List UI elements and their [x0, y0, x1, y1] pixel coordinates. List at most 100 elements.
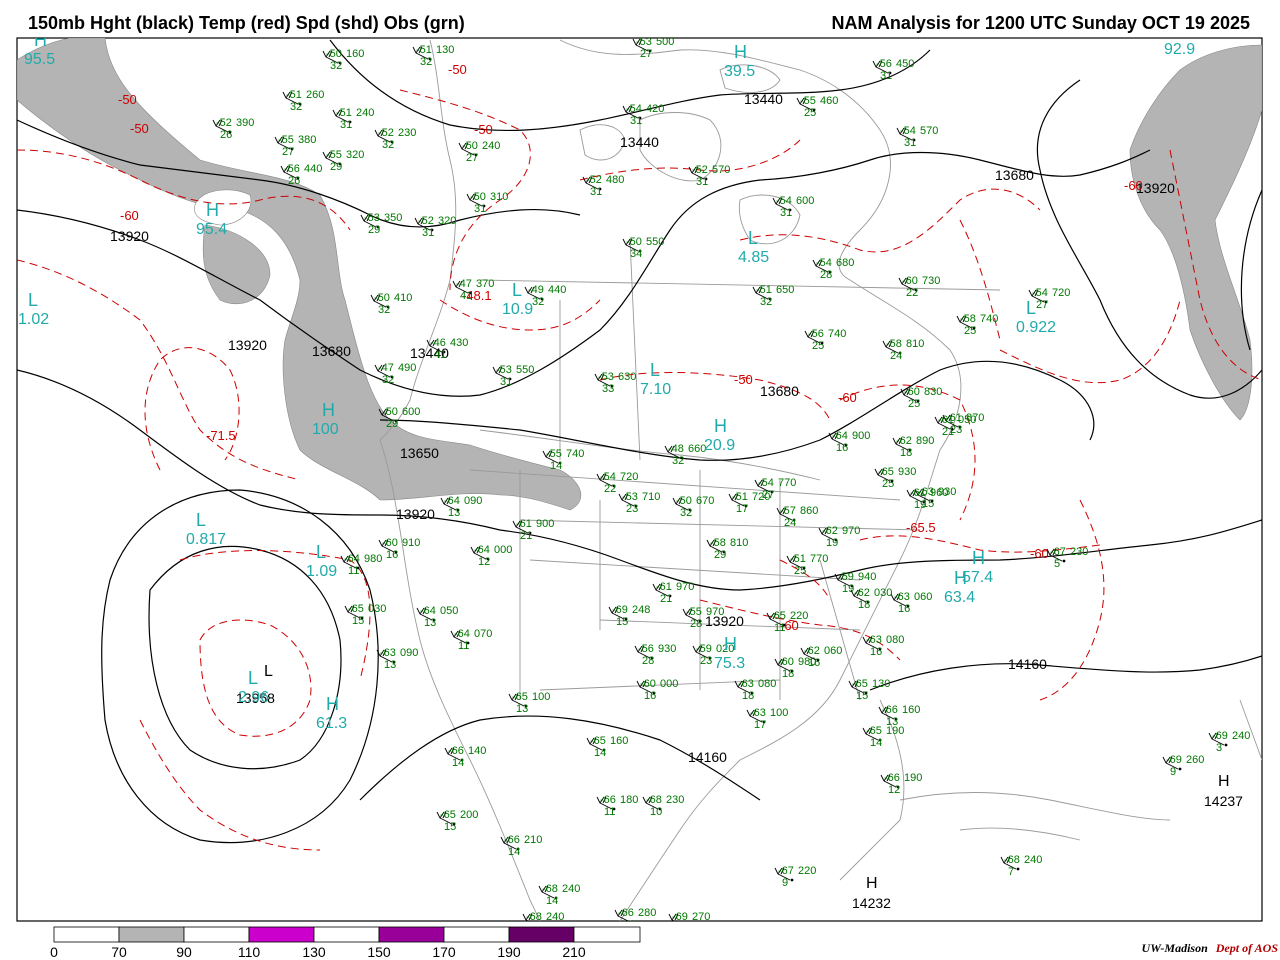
obs-dewpoint: 13	[424, 617, 436, 629]
height-label: 13440	[620, 134, 659, 150]
obs-dewpoint: 16	[386, 549, 398, 561]
obs-temp: -52	[586, 174, 602, 186]
obs-dewpoint: 32	[382, 374, 394, 386]
height-label: 13650	[400, 445, 439, 461]
obs-dewpoint: 9	[782, 877, 788, 889]
obs-height: 600	[796, 195, 814, 207]
obs-dewpoint: 31	[696, 176, 708, 188]
obs-temp: -62	[822, 525, 838, 537]
obs-dewpoint: 25	[794, 565, 806, 577]
center-value: 4.85	[738, 249, 769, 266]
credit-dept: Dept of AOS	[1215, 941, 1278, 955]
obs-dewpoint: 32	[760, 296, 772, 308]
obs-temp: -47	[456, 278, 472, 290]
obs-dewpoint: 12	[478, 556, 490, 568]
temp-label: -60	[838, 390, 857, 405]
obs-height: 180	[620, 794, 638, 806]
obs-height: 740	[566, 448, 584, 460]
obs-temp: -68	[1004, 854, 1020, 866]
center-symbol: H	[322, 400, 335, 420]
obs-height: 000	[494, 544, 512, 556]
height-center-symbol: H	[866, 875, 878, 892]
obs-height: 100	[770, 707, 788, 719]
obs-dewpoint: 16	[808, 657, 820, 669]
colorbar-segment	[443, 926, 510, 943]
obs-dewpoint: 31	[590, 186, 602, 198]
obs-temp: -67	[1050, 546, 1066, 558]
obs-temp: -60	[904, 386, 920, 398]
station-dot	[1062, 559, 1066, 563]
obs-height: 650	[776, 284, 794, 296]
obs-dewpoint: 33	[602, 383, 614, 395]
obs-temp: -64	[420, 605, 436, 617]
obs-temp: -61	[656, 581, 672, 593]
obs-dewpoint: 14	[550, 460, 562, 472]
obs-temp: -65	[866, 725, 882, 737]
obs-dewpoint: 28	[642, 655, 654, 667]
obs-temp: -64	[454, 628, 470, 640]
obs-height: 080	[758, 678, 776, 690]
obs-height: 970	[842, 525, 860, 537]
obs-height: 070	[474, 628, 492, 640]
obs-temp: -54	[600, 471, 616, 483]
center-value: 95.5	[24, 51, 55, 68]
obs-temp: -58	[960, 313, 976, 325]
obs-dewpoint: 18	[782, 668, 794, 680]
center-value: 10.9	[502, 301, 533, 318]
obs-dewpoint: 7	[1008, 866, 1014, 878]
obs-height: 190	[886, 725, 904, 737]
obs-height: 280	[638, 907, 656, 919]
obs-height: 240	[356, 107, 374, 119]
obs-height: 440	[304, 163, 322, 175]
obs-dewpoint: 24	[890, 350, 902, 362]
obs-height: 230	[1070, 546, 1088, 558]
obs-height: 430	[450, 337, 468, 349]
obs-dewpoint: 3	[1216, 742, 1222, 754]
obs-height: 310	[490, 191, 508, 203]
obs-dewpoint: 28	[820, 269, 832, 281]
obs-temp: -58	[886, 338, 902, 350]
obs-height: 720	[1052, 287, 1070, 299]
obs-height: 460	[820, 95, 838, 107]
obs-height: 240	[1024, 854, 1042, 866]
obs-temp: -59	[838, 571, 854, 583]
obs-temp: -48	[668, 443, 684, 455]
obs-dewpoint: 19	[914, 499, 926, 511]
obs-dewpoint: 27	[466, 152, 478, 164]
obs-height: 970	[706, 606, 724, 618]
obs-height: 900	[536, 518, 554, 530]
center-value: 57.4	[962, 569, 993, 586]
obs-dewpoint: 14	[546, 895, 558, 907]
obs-temp: -56	[638, 643, 654, 655]
obs-dewpoint: 13	[676, 923, 688, 935]
obs-height: 240	[562, 883, 580, 895]
obs-height: 980	[364, 553, 382, 565]
obs-dewpoint: 31	[780, 207, 792, 219]
temp-label: -50	[130, 121, 149, 136]
obs-temp: -63	[738, 678, 754, 690]
obs-height: 810	[730, 537, 748, 549]
obs-dewpoint: 32	[290, 101, 302, 113]
height-label: 13920	[396, 506, 435, 522]
obs-temp: -53	[598, 371, 614, 383]
obs-height: 190	[904, 772, 922, 784]
obs-height: 090	[464, 495, 482, 507]
obs-temp: -57	[780, 505, 796, 517]
obs-height: 320	[346, 149, 364, 161]
obs-dewpoint: 25	[812, 340, 824, 352]
obs-height: 240	[1232, 730, 1250, 742]
height-label: 13680	[760, 383, 799, 399]
obs-height: 890	[916, 435, 934, 447]
obs-dewpoint: 32	[680, 507, 692, 519]
obs-temp: -65	[770, 610, 786, 622]
obs-dewpoint: 31	[904, 137, 916, 149]
obs-temp: -54	[816, 257, 832, 269]
obs-height: 770	[778, 477, 796, 489]
obs-temp: -60	[382, 537, 398, 549]
center-symbol: H	[34, 30, 47, 50]
obs-dewpoint: 15	[444, 821, 456, 833]
center-symbol: L	[28, 290, 38, 310]
obs-temp: -50	[382, 406, 398, 418]
center-symbol: L	[248, 668, 258, 688]
height-center-value: 14237	[1204, 793, 1243, 809]
